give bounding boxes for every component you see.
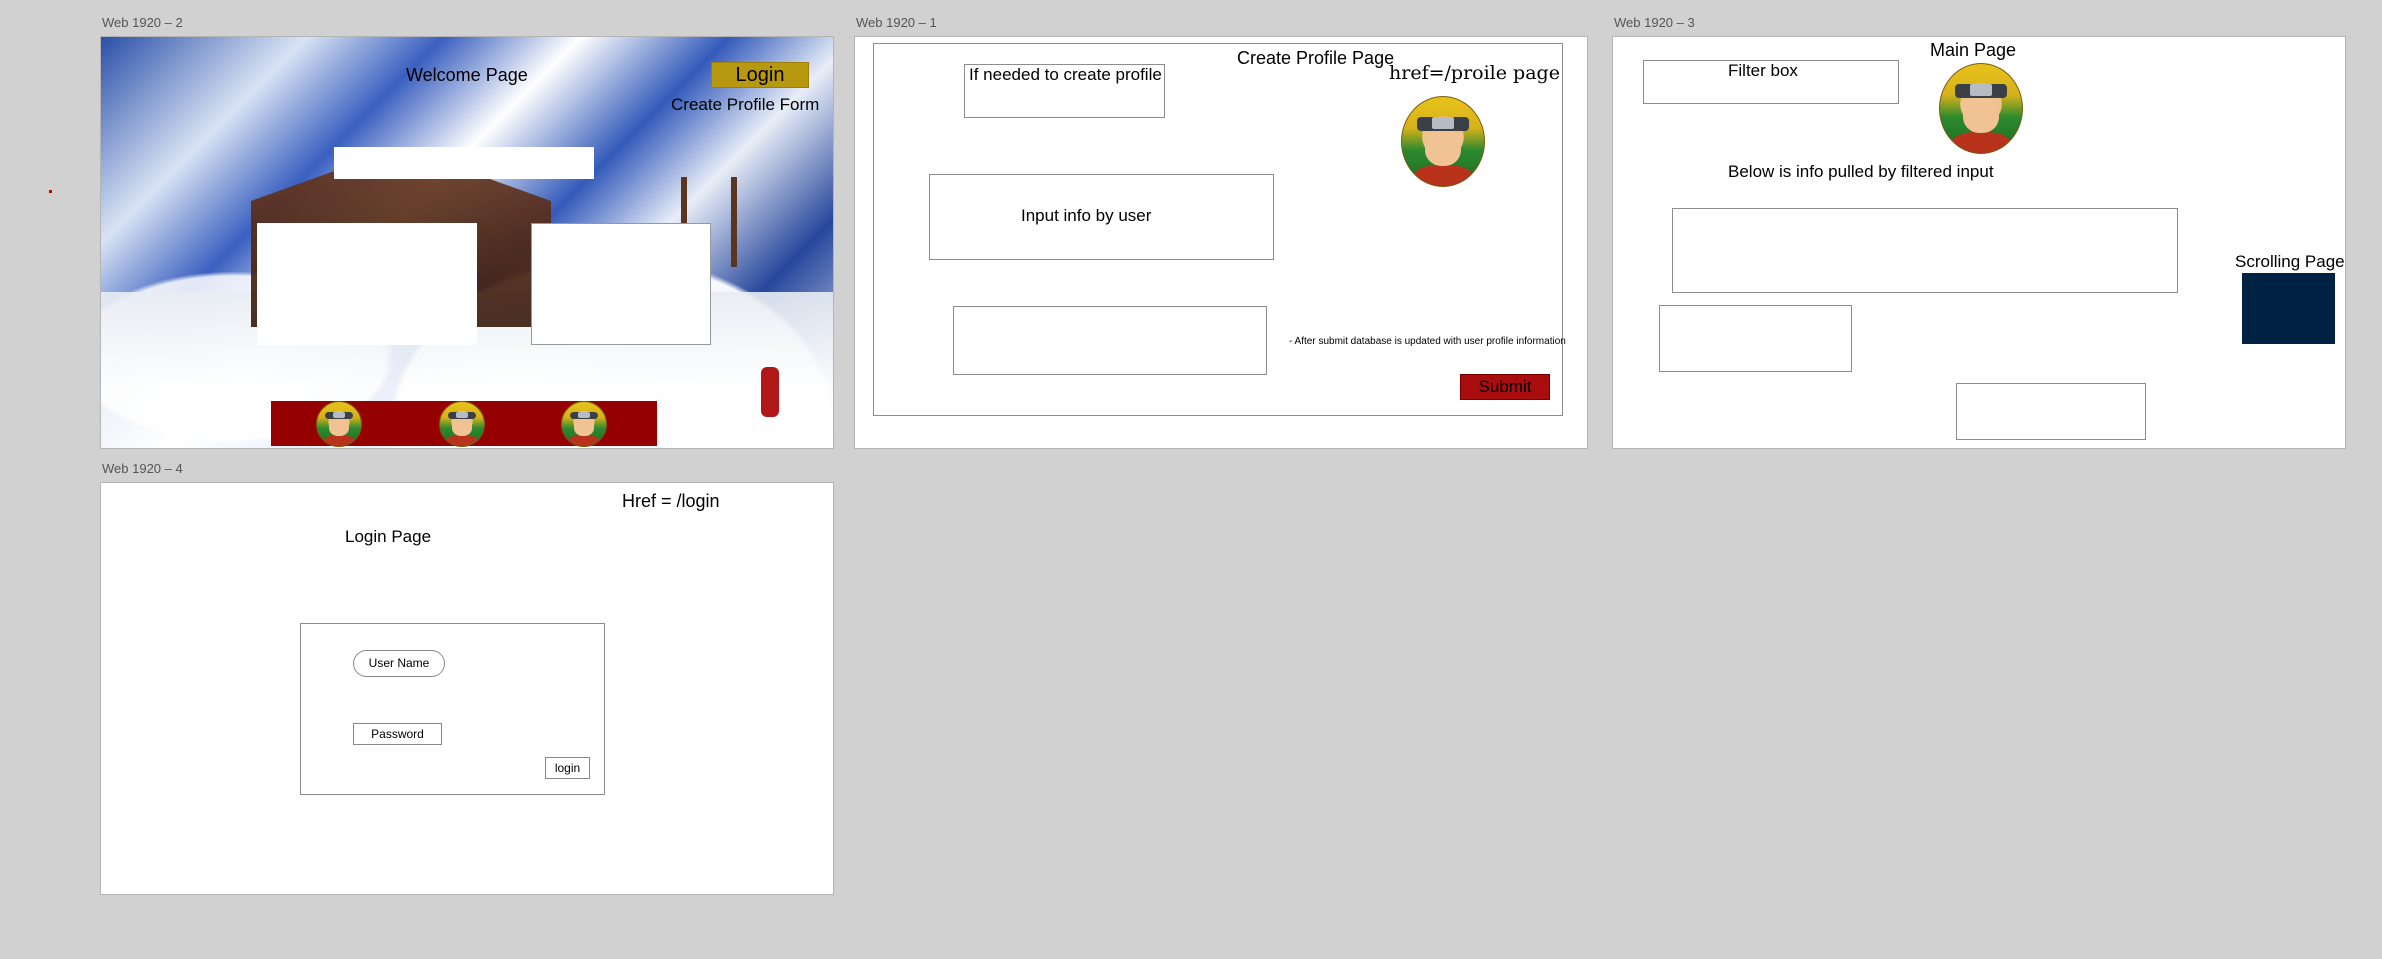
avatar-icon[interactable]	[1939, 63, 2023, 154]
profile-detail-box[interactable]	[953, 306, 1267, 375]
create-profile-link[interactable]: Create Profile Form	[671, 95, 819, 115]
welcome-search-box[interactable]	[334, 147, 594, 179]
avatar-icon[interactable]	[316, 401, 362, 447]
login-frame: Href = /login Login Page User Name Passw…	[100, 482, 834, 895]
results-box-left	[1659, 305, 1852, 372]
frame-label-login: Web 1920 – 4	[102, 461, 183, 476]
main-page-title: Main Page	[1930, 40, 2017, 60]
login-submit-button[interactable]: login	[545, 757, 590, 779]
input-info-note: Input info by user	[1021, 206, 1152, 225]
submit-button[interactable]: Submit	[1460, 374, 1550, 400]
after-submit-note: - After submit database is updated with …	[1289, 336, 1566, 347]
welcome-content-box-right	[531, 223, 711, 345]
username-field[interactable]: User Name	[353, 650, 445, 677]
avatar-icon[interactable]	[1401, 96, 1485, 187]
avatar-icon[interactable]	[561, 401, 607, 447]
login-href-note: Href = /login	[622, 491, 720, 511]
scrolling-page-note: Scrolling Page	[2235, 252, 2345, 271]
password-field[interactable]: Password	[353, 723, 442, 745]
if-needed-note: If needed to create profile	[969, 65, 1162, 84]
below-info-note: Below is info pulled by filtered input	[1728, 162, 1994, 181]
lift-pillar	[731, 177, 737, 267]
welcome-content-box-left	[257, 223, 477, 345]
canvas-marker	[49, 190, 52, 193]
login-button[interactable]: Login	[711, 62, 809, 88]
skier-figure	[761, 367, 779, 417]
scroll-indicator-block[interactable]	[2242, 273, 2335, 344]
frame-label-create-profile: Web 1920 – 1	[856, 15, 937, 30]
create-profile-page-title: Create Profile Page	[1237, 48, 1395, 68]
create-profile-frame: Create Profile Page href=/proile page If…	[854, 36, 1588, 449]
avatar-banner	[271, 401, 657, 447]
main-frame: Main Page Filter box Below is info pulle…	[1612, 36, 2346, 449]
frame-label-welcome: Web 1920 – 2	[102, 15, 183, 30]
frame-label-main: Web 1920 – 3	[1614, 15, 1695, 30]
avatar-icon[interactable]	[439, 401, 485, 447]
welcome-page-title: Welcome Page	[406, 65, 528, 85]
results-box-main	[1672, 208, 2178, 293]
href-profile-note: href=/proile page	[1389, 62, 1560, 84]
login-page-title: Login Page	[345, 527, 432, 546]
filter-box-label: Filter box	[1728, 61, 1798, 80]
welcome-frame: Welcome Page Login Create Profile Form	[100, 36, 834, 449]
results-box-bottom	[1956, 383, 2146, 440]
